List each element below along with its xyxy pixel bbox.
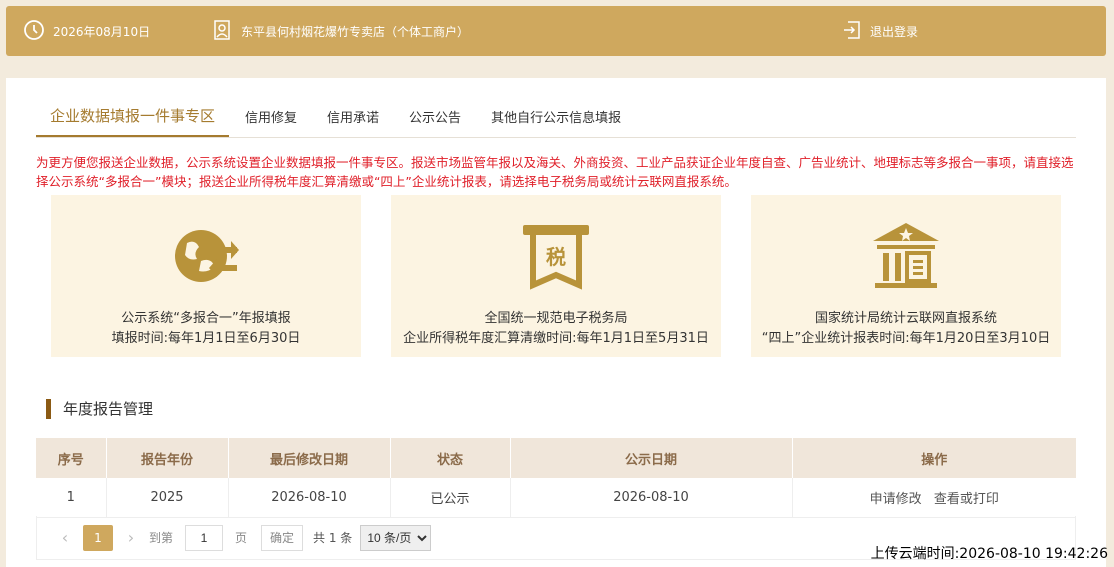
total-count: 共 1 条: [313, 531, 353, 545]
col-actions: 操作: [792, 438, 1076, 478]
section-title-text: 年度报告管理: [63, 400, 154, 418]
shop-name: 东平县何村烟花爆竹专卖店（个体工商户）: [213, 6, 469, 56]
tab-credit-commitment[interactable]: 信用承诺: [327, 107, 379, 137]
date-display: 2026年08月10日: [23, 6, 150, 56]
tile-subtitle: 企业所得税年度汇算清缴时间:每年1月1日至5月31日: [403, 331, 709, 346]
logout-button[interactable]: 退出登录: [842, 6, 918, 56]
page-label: 页: [235, 531, 248, 545]
goto-confirm-button[interactable]: 确定: [261, 524, 304, 551]
goto-page-input[interactable]: [185, 524, 224, 551]
service-tiles: 公示系统“多报合一”年报填报 填报时间:每年1月1日至6月30日 税 全国统一规…: [51, 195, 1066, 357]
main-card: 企业数据填报一件事专区 信用修复 信用承诺 公示公告 其他自行公示信息填报 为更…: [6, 78, 1106, 567]
date-text: 2026年08月10日: [53, 24, 151, 39]
tile-subtitle: 填报时间:每年1月1日至6月30日: [111, 331, 301, 346]
shop-name-text: 东平县何村烟花爆竹专卖店（个体工商户）: [241, 24, 470, 39]
logout-label: 退出登录: [870, 24, 919, 39]
page-size-select[interactable]: 10 条/页: [360, 524, 432, 551]
col-no: 序号: [36, 438, 107, 478]
upload-time: 上传云端时间:2026-08-10 19:42:26: [870, 546, 1108, 562]
apply-modify-link[interactable]: 申请修改: [870, 492, 922, 507]
notice-text: 为更方便您报送企业数据，公示系统设置企业数据填报一件事专区。报送市场监管年报以及…: [36, 155, 1074, 189]
view-print-link[interactable]: 查看或打印: [934, 492, 999, 507]
section-title: 年度报告管理: [46, 398, 153, 419]
section-marker: [46, 398, 51, 419]
logout-icon: [842, 19, 870, 44]
next-page-icon[interactable]: ›: [123, 528, 139, 547]
col-publish-date: 公示日期: [510, 438, 793, 478]
svg-text:税: 税: [546, 245, 566, 269]
cell-publish-date: 2026-08-10: [510, 478, 793, 518]
table-row: 1 2025 2026-08-10 已公示 2026-08-10 申请修改 查看…: [36, 478, 1076, 518]
cell-year: 2025: [106, 478, 229, 518]
page-current[interactable]: 1: [83, 524, 113, 551]
tile-statistics[interactable]: 国家统计局统计云联网直报系统 “四上”企业统计报表时间:每年1月20日至3月10…: [751, 195, 1061, 357]
goto-label: 到第: [149, 531, 174, 545]
table-header-row: 序号 报告年份 最后修改日期 状态 公示日期 操作: [36, 438, 1076, 478]
tab-other-disclosure[interactable]: 其他自行公示信息填报: [491, 107, 621, 137]
cell-status: 已公示: [390, 478, 511, 518]
cell-no: 1: [36, 478, 107, 518]
report-exchange-icon: [171, 221, 241, 291]
tile-title: 国家统计局统计云联网直报系统: [814, 311, 997, 326]
tile-annual-report[interactable]: 公示系统“多报合一”年报填报 填报时间:每年1月1日至6月30日: [51, 195, 361, 357]
shop-user-icon: [213, 19, 241, 44]
top-bar: 2026年08月10日 东平县何村烟花爆竹专卖店（个体工商户） 退出登录: [6, 6, 1106, 56]
cell-actions: 申请修改 查看或打印: [792, 478, 1076, 518]
tab-announcements[interactable]: 公示公告: [409, 107, 461, 137]
tab-bar: 企业数据填报一件事专区 信用修复 信用承诺 公示公告 其他自行公示信息填报: [36, 100, 1076, 138]
tab-credit-repair[interactable]: 信用修复: [245, 107, 297, 137]
col-status: 状态: [390, 438, 511, 478]
prev-page-icon[interactable]: ‹: [57, 528, 73, 547]
col-modified: 最后修改日期: [228, 438, 391, 478]
clock-icon: [23, 19, 53, 44]
tile-tax-bureau[interactable]: 税 全国统一规范电子税务局 企业所得税年度汇算清缴时间:每年1月1日至5月31日: [391, 195, 721, 357]
col-year: 报告年份: [106, 438, 229, 478]
statistics-building-icon: [871, 221, 941, 291]
tile-title: 全国统一规范电子税务局: [484, 311, 628, 326]
tile-subtitle: “四上”企业统计报表时间:每年1月20日至3月10日: [761, 331, 1051, 346]
tab-data-filing[interactable]: 企业数据填报一件事专区: [36, 105, 230, 137]
tile-title: 公示系统“多报合一”年报填报: [121, 311, 291, 326]
tax-icon: 税: [521, 221, 591, 291]
annual-report-table: 序号 报告年份 最后修改日期 状态 公示日期 操作 1 2025 2026-08…: [36, 438, 1076, 518]
cell-modified: 2026-08-10: [228, 478, 391, 518]
